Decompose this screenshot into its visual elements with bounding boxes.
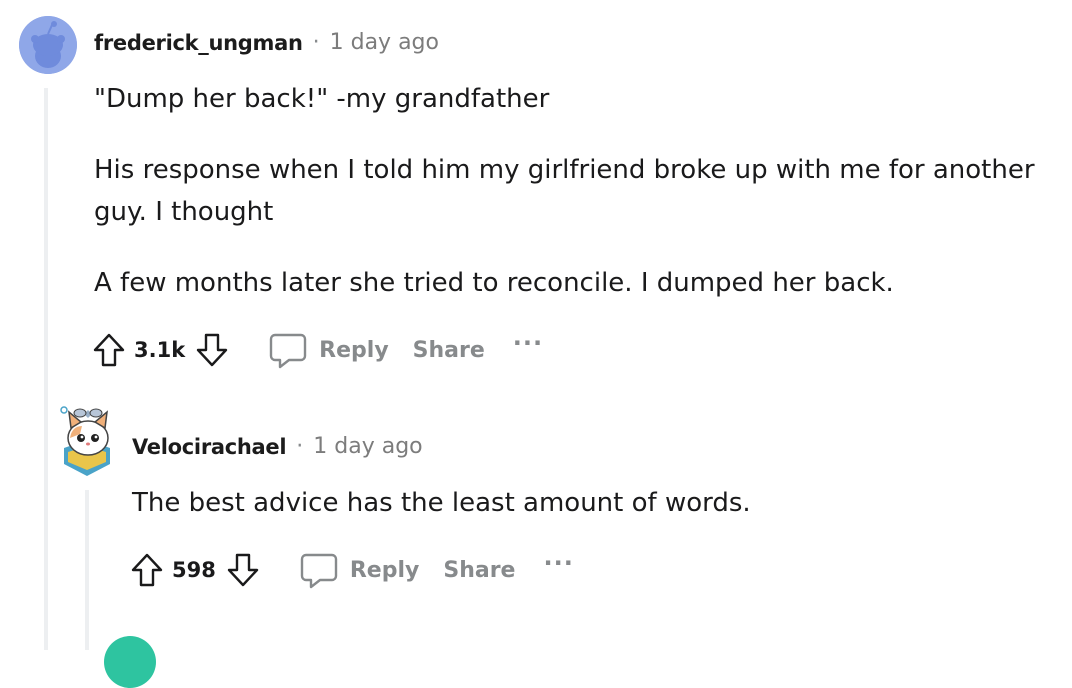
snoo-avatar-icon (19, 16, 77, 74)
arrow-down-outline-icon (227, 553, 259, 587)
comment-paragraph: A few months later she tried to reconcil… (94, 268, 894, 298)
timestamp[interactable]: 1 day ago (313, 434, 422, 459)
comment-meta: Velocirachael · 1 day ago (132, 434, 423, 459)
downvote-button[interactable] (226, 552, 260, 588)
comment-actions: 598 Reply Share ··· (130, 548, 574, 592)
author-username[interactable]: Velocirachael (132, 435, 287, 459)
vote-score: 3.1k (134, 338, 186, 362)
comment-paragraph: "Dump her back!" -my grandfather (94, 84, 550, 114)
downvote-button[interactable] (195, 332, 229, 368)
share-button[interactable]: Share (443, 558, 515, 583)
author-username[interactable]: frederick_ungman (94, 31, 303, 55)
speech-bubble-icon (300, 553, 338, 589)
thread-line-level-2[interactable] (85, 490, 89, 650)
share-label: Share (443, 557, 516, 583)
meta-separator: · (296, 434, 304, 459)
comment-actions: 3.1k Reply Share ··· (92, 328, 543, 372)
speech-bubble-icon (269, 333, 307, 369)
arrow-down-outline-icon (196, 333, 228, 367)
more-options-button[interactable]: ··· (543, 551, 573, 582)
ellipsis-icon: ··· (512, 329, 544, 357)
cat-avatar-icon (60, 406, 110, 476)
reply-label: Reply (319, 337, 389, 363)
meta-separator: · (312, 30, 320, 55)
thread-line-level-1[interactable] (44, 88, 48, 650)
ellipsis-icon: ··· (543, 549, 574, 577)
more-options-button[interactable]: ··· (513, 331, 543, 362)
comment-paragraph: His response when I told him my girlfrie… (94, 155, 1035, 227)
vote-score: 598 (172, 558, 216, 582)
avatar[interactable] (58, 404, 116, 476)
share-label: Share (412, 337, 485, 363)
reply-button[interactable]: Reply (300, 551, 420, 589)
arrow-up-outline-icon (93, 333, 125, 367)
timestamp[interactable]: 1 day ago (330, 30, 439, 55)
reply-label: Reply (349, 557, 420, 583)
upvote-button[interactable] (130, 552, 164, 588)
comment-meta: frederick_ungman · 1 day ago (94, 30, 439, 55)
reply-button[interactable]: Reply (269, 331, 389, 369)
avatar[interactable] (19, 16, 77, 74)
comment-body: "Dump her back!" -my grandfather His res… (94, 78, 1064, 304)
comment-paragraph: The best advice has the least amount of … (132, 488, 751, 518)
arrow-up-outline-icon (131, 553, 163, 587)
upvote-button[interactable] (92, 332, 126, 368)
comment-body: The best advice has the least amount of … (132, 482, 1062, 524)
avatar[interactable] (104, 636, 156, 688)
share-button[interactable]: Share (413, 338, 485, 363)
